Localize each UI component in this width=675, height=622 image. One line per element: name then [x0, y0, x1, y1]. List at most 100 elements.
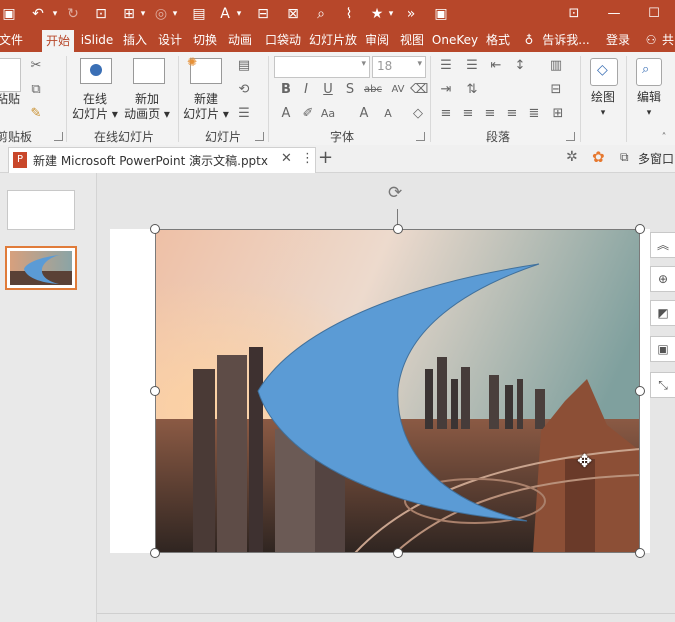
new-tab-icon[interactable]: +	[318, 147, 333, 168]
grow-font-icon[interactable]: A	[356, 106, 372, 122]
more-quick-access-icon[interactable]: »	[402, 4, 420, 24]
launcher-icon[interactable]	[566, 132, 575, 141]
share-button[interactable]: 共	[660, 28, 675, 52]
font-name-combobox[interactable]: ▾	[274, 56, 370, 78]
tab-slideshow[interactable]: 幻灯片放	[308, 28, 358, 52]
line-spacing-icon[interactable]: ↕	[512, 58, 528, 74]
ribbon-display-icon[interactable]: ⊡	[554, 0, 594, 28]
change-case-icon[interactable]: Aa	[320, 106, 336, 122]
drawing-icon[interactable]: ◇	[590, 58, 618, 86]
smartart-icon[interactable]: ⊞	[550, 106, 566, 122]
multi-window-icon[interactable]: ⧉	[620, 150, 629, 165]
new-slide-icon[interactable]: ✺	[187, 55, 222, 84]
city-photo[interactable]	[155, 229, 640, 553]
online-slides-label[interactable]: 在线 幻灯片 ▾	[70, 92, 120, 122]
tab-islide[interactable]: iSlide	[78, 28, 116, 52]
tab-home[interactable]: 开始	[42, 30, 74, 52]
clear-format-icon[interactable]: ⌫	[410, 82, 428, 98]
align-left-icon[interactable]: ≡	[438, 106, 454, 122]
launcher-icon[interactable]	[416, 132, 425, 141]
tab-insert[interactable]: 插入	[119, 28, 151, 52]
resize-handle-tl[interactable]	[150, 224, 160, 234]
layout-icon[interactable]: ▤	[236, 58, 252, 74]
align-right-icon[interactable]: ≡	[482, 106, 498, 122]
layout-options-icon[interactable]: ⊕	[650, 266, 675, 292]
paste-icon[interactable]	[0, 58, 21, 92]
dropdown-icon[interactable]: ▾	[596, 106, 610, 121]
format-painter-icon[interactable]: ✎	[28, 106, 44, 122]
close-tab-icon[interactable]: ✕	[281, 151, 292, 166]
editing-button-label[interactable]: 编辑	[632, 90, 666, 105]
font-size-combobox[interactable]: 18 ▾	[372, 56, 426, 78]
font-color-icon[interactable]: ◇	[410, 106, 426, 122]
undo-icon[interactable]: ↶	[28, 4, 48, 24]
tell-me-box[interactable]: 告诉我...	[540, 28, 592, 52]
text-direction-icon[interactable]: ⇅	[464, 82, 480, 98]
screen-icon[interactable]: ⊟	[254, 4, 272, 24]
dropdown-icon[interactable]: ▾	[138, 4, 148, 24]
collapse-ribbon-icon[interactable]: ˄	[656, 130, 672, 146]
dropdown-icon[interactable]: ▾	[234, 4, 244, 24]
document-tab[interactable]: P 新建 Microsoft PowerPoint 演示文稿.pptx ✕ ⋮	[8, 147, 316, 173]
multi-window-label[interactable]: 多窗口	[638, 150, 674, 167]
align-center-icon[interactable]: ≡	[460, 106, 476, 122]
resize-handle-tr[interactable]	[635, 224, 645, 234]
resize-handle-b[interactable]	[393, 548, 403, 558]
circle-icon[interactable]: ◎	[152, 4, 170, 24]
tab-design[interactable]: 设计	[154, 28, 186, 52]
dropdown-icon[interactable]: ▾	[386, 4, 396, 24]
strikethrough-icon[interactable]: abc	[364, 82, 382, 98]
restore-button[interactable]: ☐	[634, 0, 674, 28]
redo-icon[interactable]: ↻	[64, 4, 82, 24]
collapse-panel-icon[interactable]: ︽	[650, 232, 675, 258]
bold-icon[interactable]: B	[278, 82, 294, 98]
font-color-icon[interactable]: A	[216, 4, 234, 24]
resize-handle-l[interactable]	[150, 386, 160, 396]
star-icon[interactable]: ★	[368, 4, 386, 24]
shadow-icon[interactable]: S	[342, 82, 358, 98]
tab-transitions[interactable]: 切换	[189, 28, 221, 52]
new-animation-page-label[interactable]: 新加 动画页 ▾	[120, 92, 174, 122]
numbering-icon[interactable]: ☰	[464, 58, 480, 74]
picture-tools-icon[interactable]: ▣	[650, 336, 675, 362]
align-text-icon[interactable]: ⊟	[548, 82, 564, 98]
justify-icon[interactable]: ≡	[504, 106, 520, 122]
bullets-icon[interactable]: ☰	[438, 58, 454, 74]
new-animation-page-icon[interactable]	[133, 58, 165, 84]
settings-icon[interactable]: ✿	[592, 148, 605, 166]
decrease-indent-icon[interactable]: ⇤	[488, 58, 504, 74]
undo-dropdown-icon[interactable]: ▾	[50, 4, 60, 24]
rotate-handle-icon[interactable]: ⟳	[388, 183, 402, 203]
slide-thumbnail-2[interactable]	[5, 246, 77, 290]
copy-icon[interactable]: ⧉	[28, 82, 44, 98]
sign-in-link[interactable]: 登录	[600, 28, 636, 52]
resize-handle-r[interactable]	[635, 386, 645, 396]
slide-canvas[interactable]: ⟳ ✥	[97, 173, 675, 622]
save-icon[interactable]: ▣	[0, 4, 18, 24]
dropdown-icon[interactable]: ▾	[170, 4, 180, 24]
shrink-font-icon[interactable]: A	[380, 106, 396, 122]
user-icon[interactable]: ⚇	[644, 28, 658, 52]
section-icon[interactable]: ☰	[236, 106, 252, 122]
dropdown-icon[interactable]: ▾	[642, 106, 656, 121]
distribute-icon[interactable]: ≣	[526, 106, 542, 122]
resize-handle-br[interactable]	[635, 548, 645, 558]
textbox-icon[interactable]: ▤	[190, 4, 208, 24]
highlight-icon[interactable]: ✐	[300, 106, 316, 122]
underline-icon[interactable]: U	[320, 82, 336, 98]
attach-icon[interactable]: ⌇	[340, 4, 358, 24]
tab-onekey[interactable]: OneKey	[430, 28, 480, 52]
tab-format[interactable]: 格式	[482, 28, 514, 52]
paste-button-label[interactable]: 粘贴	[0, 92, 20, 107]
crop-icon[interactable]: ⤡	[650, 372, 675, 398]
launcher-icon[interactable]	[255, 132, 264, 141]
online-slides-icon[interactable]	[80, 58, 112, 84]
reset-icon[interactable]: ⟲	[236, 82, 252, 98]
resize-handle-bl[interactable]	[150, 548, 160, 558]
drawing-button-label[interactable]: 绘图	[586, 90, 620, 105]
minimize-button[interactable]: —	[594, 0, 634, 28]
italic-icon[interactable]: I	[298, 82, 314, 98]
tab-animations[interactable]: 动画	[224, 28, 256, 52]
columns-icon[interactable]: ▥	[548, 58, 564, 74]
cut-icon[interactable]: ✂	[28, 58, 44, 74]
